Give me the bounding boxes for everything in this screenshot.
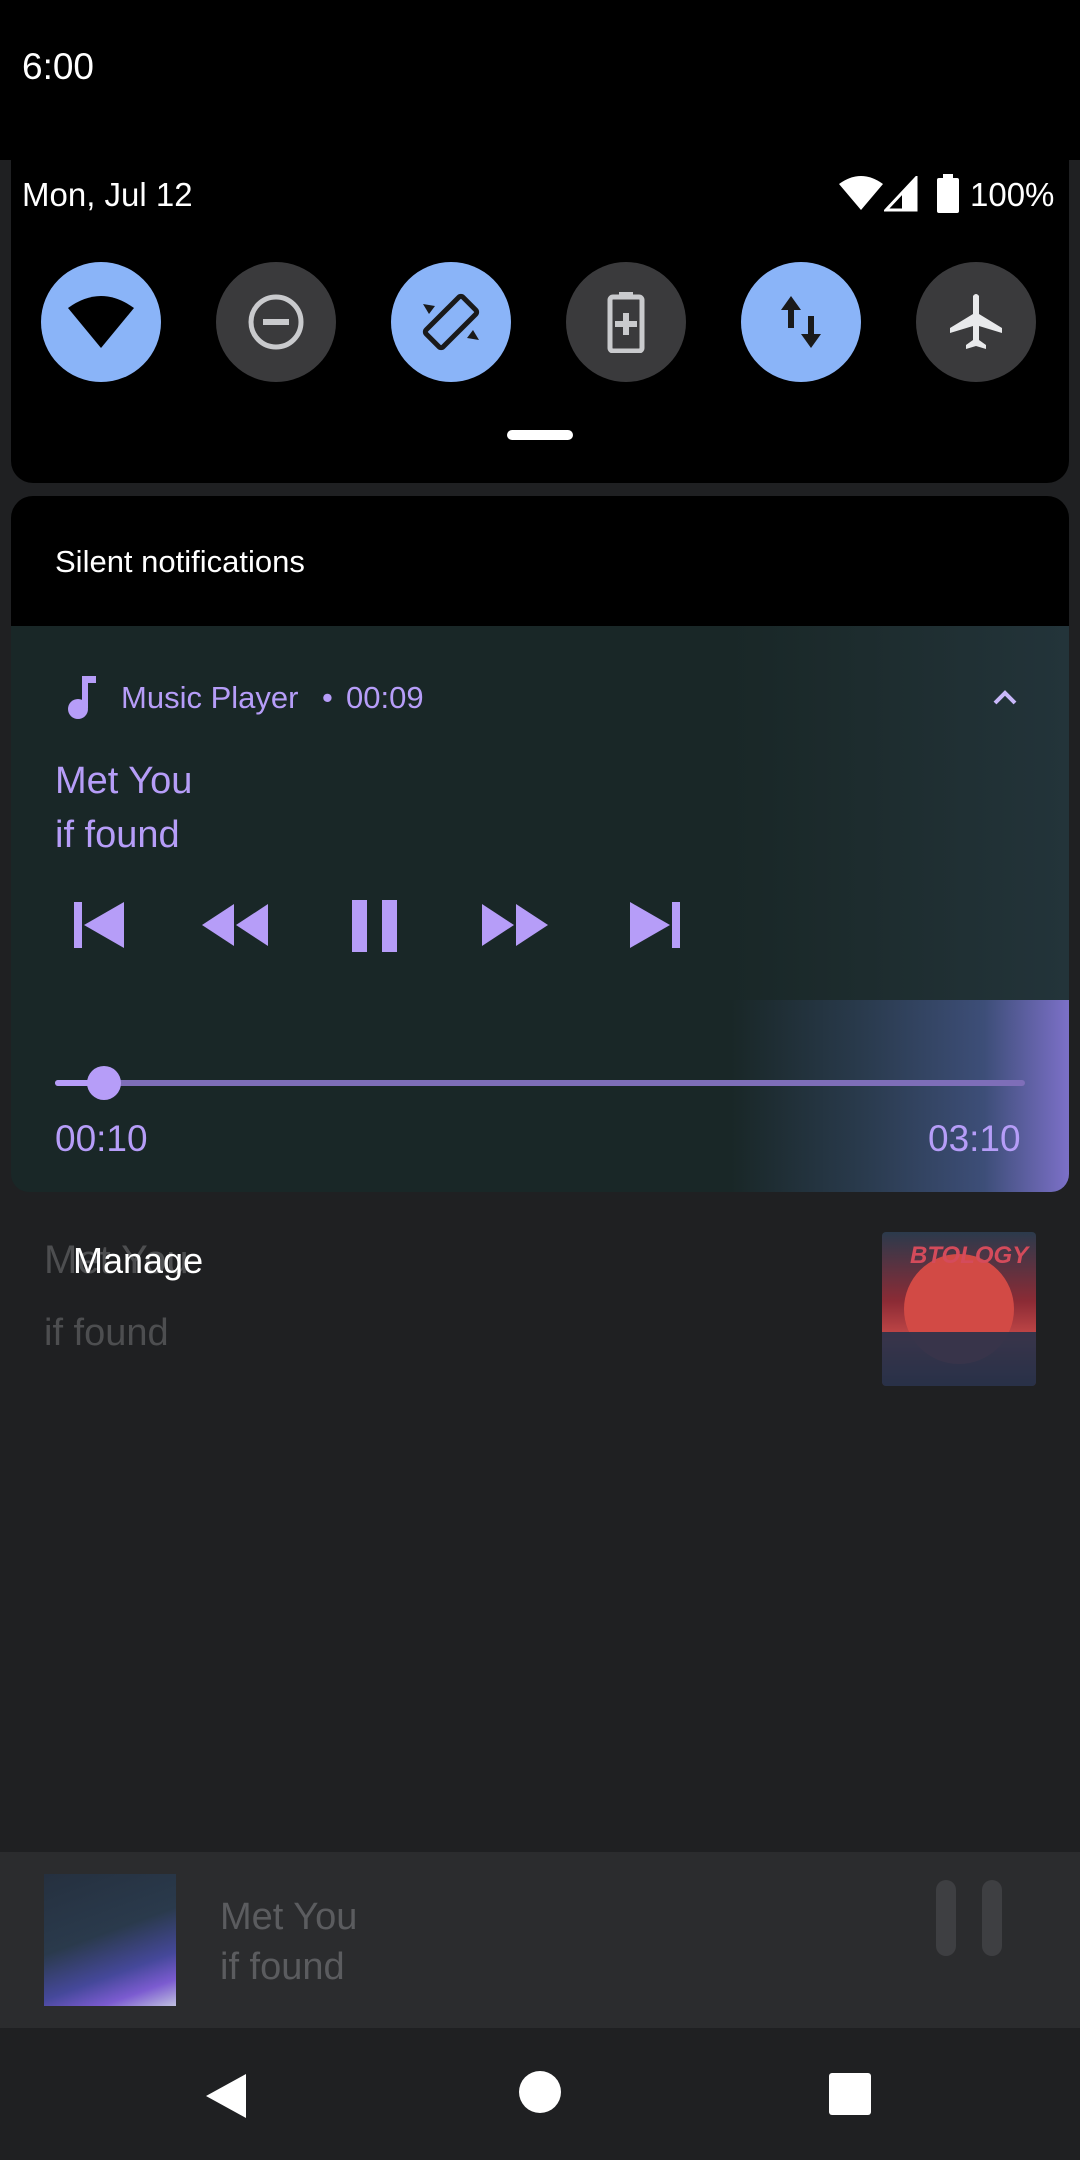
cover-logo-text: BTOLOGY bbox=[910, 1242, 1029, 1269]
auto-rotate-tile[interactable] bbox=[391, 262, 511, 382]
battery-percentage: 100% bbox=[970, 176, 1055, 213]
recents-icon[interactable] bbox=[828, 2072, 872, 2116]
track-duration: 03:10 bbox=[928, 1118, 1021, 1159]
rewind-icon[interactable] bbox=[200, 892, 270, 958]
seek-bar-thumb[interactable] bbox=[86, 1066, 121, 1100]
battery-saver-tile[interactable] bbox=[566, 262, 686, 382]
chevron-up-icon[interactable] bbox=[992, 688, 1018, 706]
media-title: Met You bbox=[55, 760, 193, 802]
manage-button[interactable]: Manage bbox=[73, 1240, 203, 1282]
mini-player-artwork bbox=[44, 1874, 176, 2006]
mobile-data-tile[interactable] bbox=[741, 262, 861, 382]
do-not-disturb-tile[interactable] bbox=[216, 262, 336, 382]
battery-icon bbox=[937, 174, 959, 213]
wifi-icon bbox=[68, 296, 134, 348]
do-not-disturb-icon bbox=[248, 294, 304, 350]
music-note-icon bbox=[68, 676, 96, 719]
auto-rotate-icon bbox=[422, 293, 480, 351]
clock: 6:00 bbox=[22, 46, 95, 87]
media-app-name: Music Player bbox=[121, 680, 299, 715]
album-cover[interactable]: BTOLOGY bbox=[882, 1232, 1036, 1386]
home-icon[interactable] bbox=[518, 2070, 562, 2114]
media-artist: if found bbox=[55, 814, 180, 856]
card-background-art-lower bbox=[731, 1000, 1069, 1192]
skip-previous-icon[interactable] bbox=[64, 892, 134, 958]
cell-signal-icon bbox=[884, 176, 918, 212]
seek-bar[interactable] bbox=[55, 1080, 1025, 1086]
mobile-data-icon bbox=[781, 296, 821, 348]
silent-notifications-label: Silent notifications bbox=[55, 544, 305, 579]
back-icon[interactable] bbox=[204, 2072, 248, 2120]
airplane-mode-tile[interactable] bbox=[916, 262, 1036, 382]
current-time: 00:10 bbox=[55, 1118, 148, 1159]
navigation-bar bbox=[0, 2028, 1080, 2160]
wifi-signal-icon bbox=[839, 176, 883, 210]
mini-player-title: Met You bbox=[220, 1896, 358, 1938]
shade-drag-handle[interactable] bbox=[507, 430, 573, 440]
pause-icon[interactable] bbox=[340, 892, 410, 958]
header-separator: • bbox=[322, 680, 333, 715]
wifi-tile[interactable] bbox=[41, 262, 161, 382]
airplane-icon bbox=[950, 294, 1002, 349]
mini-player-pause-button[interactable] bbox=[936, 1880, 1002, 1956]
battery-saver-icon bbox=[607, 292, 645, 353]
notification-timestamp: 00:09 bbox=[346, 680, 424, 715]
app-track-artist: if found bbox=[44, 1312, 169, 1354]
status-bar bbox=[0, 0, 1080, 160]
fast-forward-icon[interactable] bbox=[480, 892, 550, 958]
skip-next-icon[interactable] bbox=[620, 892, 690, 958]
date-label[interactable]: Mon, Jul 12 bbox=[22, 176, 193, 214]
mini-player-artist: if found bbox=[220, 1946, 345, 1988]
cover-art-band bbox=[882, 1332, 1036, 1386]
